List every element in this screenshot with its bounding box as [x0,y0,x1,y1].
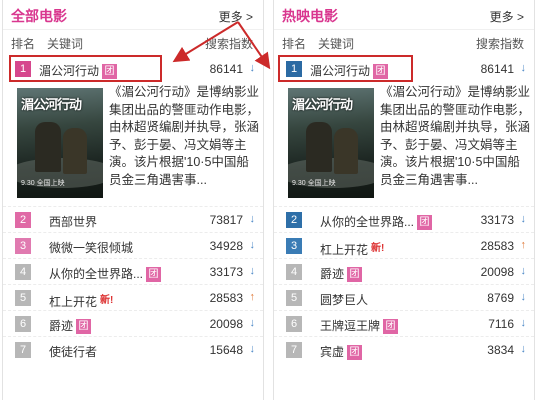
trend-down-icon: ↓ [249,239,256,251]
rank-badge: 5 [15,290,31,306]
poster-release-date: 9.30 全国上映 [21,180,65,187]
rank-badge: 4 [286,264,302,280]
movie-poster[interactable]: 湄公河行动 9.30 全国上映 [288,88,374,198]
rank-badge: 7 [15,342,31,358]
panel-header: 热映电影 更多 > [274,0,534,30]
search-index-value: 8769 [487,291,514,305]
highlight-box [9,55,162,82]
index-column-label: 搜索指数 [204,37,253,51]
movie-title-link[interactable]: 爵迹团 [49,317,92,334]
group-buy-badge[interactable]: 团 [383,319,399,334]
keyword-column-label: 关键词 [47,37,84,51]
movie-title-link[interactable]: 杠上开花 新! [49,291,113,310]
list-item[interactable]: 6 爵迹团 20098 ↓ [3,310,263,336]
keyword-column-label: 关键词 [318,37,355,51]
trend-down-icon: ↓ [249,265,256,277]
trend-up-icon: ↑ [520,239,527,251]
rank-badge: 7 [286,342,302,358]
list-item[interactable]: 7 宾虚团 3834 ↓ [274,336,534,362]
rank-column-label: 排名 [282,37,307,51]
rank-badge: 3 [286,238,302,254]
search-index-value: 86141 [480,62,514,76]
highlight-box [278,55,413,82]
search-index-value: 34928 [209,239,243,253]
list-item[interactable]: 6 王牌逗王牌团 7116 ↓ [274,310,534,336]
list-item[interactable]: 3 微微一笑很倾城 34928 ↓ [3,232,263,258]
group-buy-badge[interactable]: 团 [347,345,363,360]
search-index-value: 28583 [209,291,243,305]
group-buy-badge[interactable]: 团 [347,267,363,282]
movie-title-link[interactable]: 从你的全世界路... 团 [49,265,162,282]
rank-badge: 4 [15,264,31,280]
list-item[interactable]: 3 杠上开花 新! 28583 ↑ [274,232,534,258]
search-index-value: 7116 [488,317,514,331]
search-index-value: 28583 [480,239,514,253]
group-buy-badge[interactable]: 团 [417,215,433,230]
search-index-value: 73817 [209,213,243,227]
poster-release-date: 9.30 全国上映 [292,180,336,187]
search-index-value: 15648 [209,343,243,357]
rank-badge: 2 [286,212,302,228]
trend-down-icon: ↓ [249,213,256,225]
new-badge: 新! [371,243,385,254]
more-link[interactable]: 更多 > [219,8,253,25]
group-buy-badge[interactable]: 团 [76,319,92,334]
movie-title-link[interactable]: 微微一笑很倾城 [49,239,133,256]
rank-column-label: 排名 [11,37,36,51]
movie-title-link[interactable]: 杠上开花 新! [320,239,384,258]
search-index-value: 33173 [209,265,243,279]
rank-badge: 5 [286,290,302,306]
list-item[interactable]: 5 圆梦巨人 8769 ↓ [274,284,534,310]
list-item[interactable]: 2 西部世界 73817 ↓ [3,206,263,232]
panel-title: 热映电影 [282,8,338,24]
panel-header: 全部电影 更多 > [3,0,263,30]
movie-title-link[interactable]: 爵迹团 [320,265,363,282]
index-column-label: 搜索指数 [475,37,524,51]
search-index-value: 33173 [480,213,514,227]
search-index-value: 86141 [209,62,243,76]
movie-title-link[interactable]: 从你的全世界路... 团 [320,213,433,230]
movie-title-link[interactable]: 宾虚团 [320,343,363,360]
movie-title-link[interactable]: 圆梦巨人 [320,291,368,308]
trend-down-icon: ↓ [520,317,527,329]
more-link[interactable]: 更多 > [490,8,524,25]
list-item[interactable]: 5 杠上开花 新! 28583 ↑ [3,284,263,310]
trend-down-icon: ↓ [249,62,256,74]
rank-badge: 6 [286,316,302,332]
rank-badge: 3 [15,238,31,254]
movie-title-link[interactable]: 王牌逗王牌团 [320,317,399,334]
list-item[interactable]: 7 使徒行者 15648 ↓ [3,336,263,362]
poster-title: 湄公河行动 [292,97,353,112]
trend-down-icon: ↓ [249,317,256,329]
group-buy-badge[interactable]: 团 [146,267,162,282]
search-index-value: 20098 [209,317,243,331]
rank-badge: 6 [15,316,31,332]
trend-down-icon: ↓ [520,291,527,303]
trend-down-icon: ↓ [520,343,527,355]
rank-badge: 2 [15,212,31,228]
trend-down-icon: ↓ [520,62,527,74]
movie-description: 《湄公河行动》是博纳影业集团出品的警匪动作电影，由林超贤编剧并执导，张涵予、彭于… [109,85,260,187]
poster-title: 湄公河行动 [21,97,82,112]
movie-title-link[interactable]: 西部世界 [49,213,97,230]
trend-down-icon: ↓ [249,343,256,355]
list-item[interactable]: 4 从你的全世界路... 团 33173 ↓ [3,258,263,284]
list-item[interactable]: 4 爵迹团 20098 ↓ [274,258,534,284]
column-header: 排名 关键词 搜索指数 [3,32,263,54]
trend-down-icon: ↓ [520,265,527,277]
panel-title: 全部电影 [11,8,67,24]
search-index-value: 20098 [480,265,514,279]
search-index-value: 3834 [487,343,514,357]
movie-poster[interactable]: 湄公河行动 9.30 全国上映 [17,88,103,198]
trend-up-icon: ↑ [249,291,256,303]
list-item[interactable]: 2 从你的全世界路... 团 33173 ↓ [274,206,534,232]
movie-description: 《湄公河行动》是博纳影业集团出品的警匪动作电影，由林超贤编剧并执导，张涵予、彭于… [380,85,531,187]
new-badge: 新! [100,295,114,306]
column-header: 排名 关键词 搜索指数 [274,32,534,54]
movie-title-link[interactable]: 使徒行者 [49,343,97,360]
trend-down-icon: ↓ [520,213,527,225]
